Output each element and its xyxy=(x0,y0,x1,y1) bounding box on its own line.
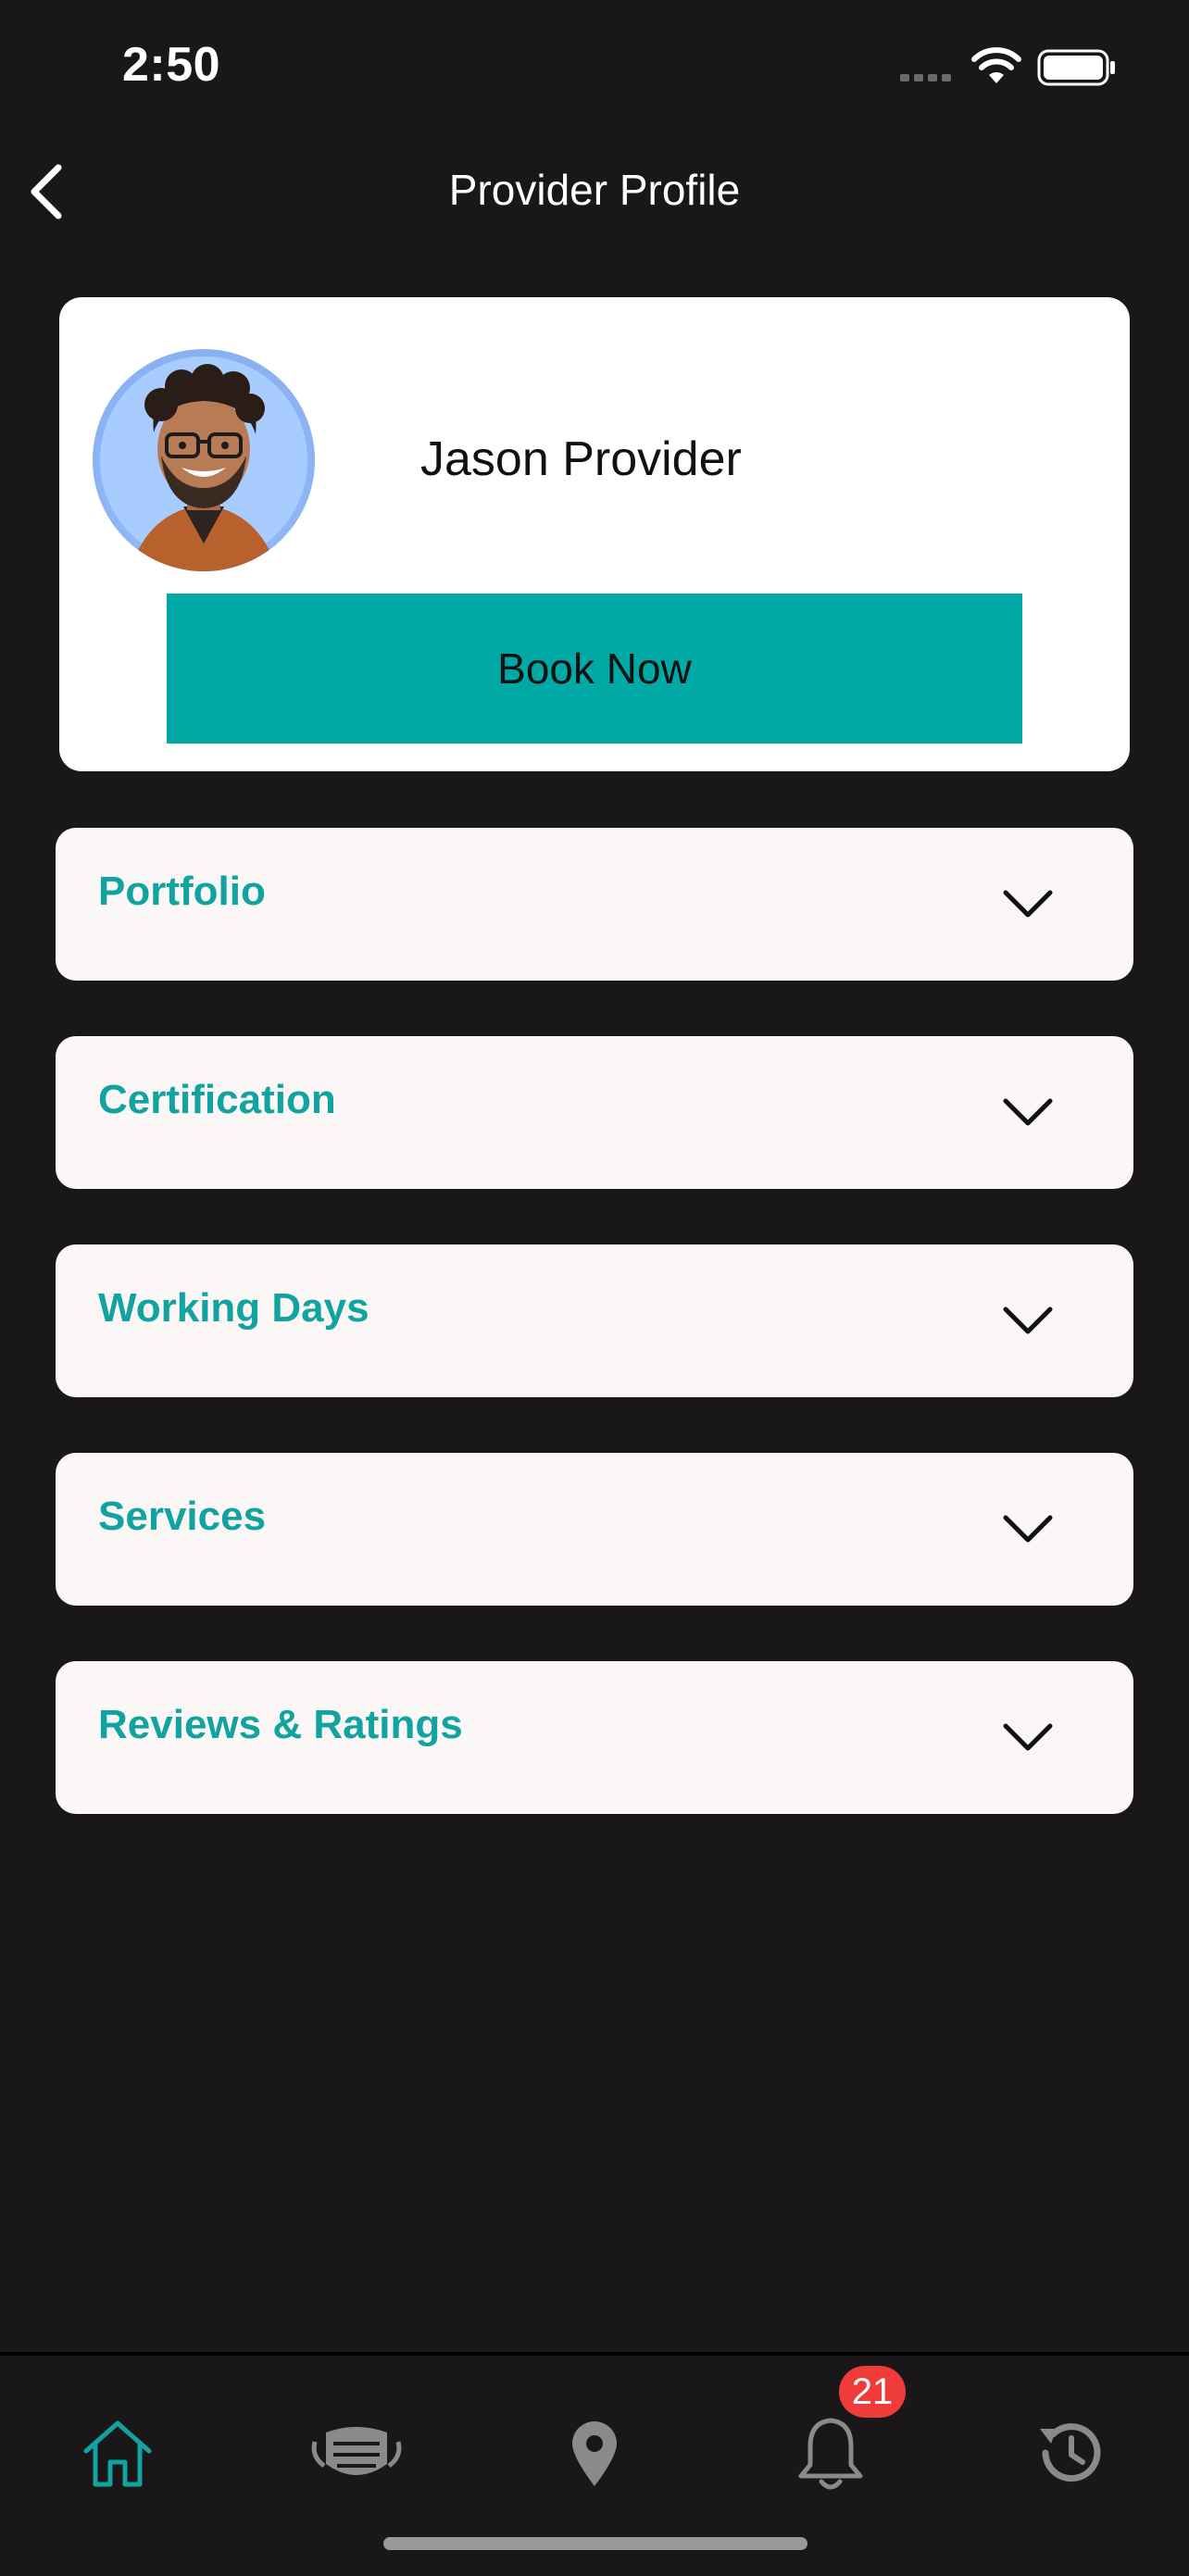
cellular-signal-icon xyxy=(900,74,951,81)
section-label: Reviews & Ratings xyxy=(98,1702,463,1747)
provider-name: Jason Provider xyxy=(420,432,742,486)
home-icon xyxy=(83,2420,152,2487)
section-label: Portfolio xyxy=(98,869,266,914)
portfolio-section[interactable]: Portfolio xyxy=(56,828,1133,981)
notification-badge: 21 xyxy=(839,2366,906,2418)
wifi-icon xyxy=(971,47,1021,83)
chevron-down-icon xyxy=(1003,890,1053,918)
battery-icon xyxy=(1037,49,1115,86)
section-label: Services xyxy=(98,1494,267,1539)
section-label: Working Days xyxy=(98,1285,369,1331)
chevron-down-icon xyxy=(1003,1098,1053,1126)
nav-home[interactable] xyxy=(57,2393,178,2513)
chevron-down-icon xyxy=(1003,1307,1053,1334)
nav-location[interactable] xyxy=(534,2393,655,2513)
location-pin-icon xyxy=(572,2421,617,2486)
certification-section[interactable]: Certification xyxy=(56,1036,1133,1189)
page-title: Provider Profile xyxy=(448,166,741,214)
status-bar: 2:50 xyxy=(0,0,1189,139)
bell-icon xyxy=(798,2418,863,2490)
chevron-down-icon xyxy=(1003,1723,1053,1751)
profile-card: Jason Provider Book Now xyxy=(59,297,1130,771)
book-now-button[interactable]: Book Now xyxy=(167,594,1022,744)
section-label: Certification xyxy=(98,1077,336,1122)
face-mask-icon xyxy=(311,2427,402,2475)
history-icon xyxy=(1040,2423,1101,2482)
nav-history[interactable] xyxy=(1009,2393,1130,2513)
home-indicator xyxy=(383,2537,807,2550)
chevron-down-icon xyxy=(1003,1515,1053,1543)
status-time: 2:50 xyxy=(122,38,221,92)
services-section[interactable]: Services xyxy=(56,1453,1133,1606)
working-days-section[interactable]: Working Days xyxy=(56,1244,1133,1397)
nav-services[interactable] xyxy=(296,2393,417,2513)
reviews-ratings-section[interactable]: Reviews & Ratings xyxy=(56,1661,1133,1814)
avatar xyxy=(93,349,315,571)
header: Provider Profile xyxy=(0,139,1189,241)
